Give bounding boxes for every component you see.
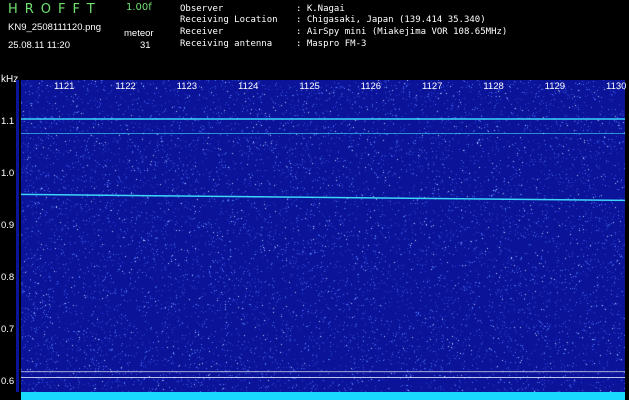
receiver-label: Receiver [180, 27, 224, 37]
receiver-value: : AirSpy mini (Miakejima VOR 108.65MHz) [296, 27, 508, 37]
y-tick-label: 0.6 [1, 375, 15, 387]
x-tick-label: 1126 [360, 81, 382, 92]
location-value: : Chigasaki, Japan (139.414 35.340) [296, 15, 486, 25]
x-tick-label: 1123 [176, 81, 198, 92]
observer-label: Observer [180, 4, 224, 14]
y-tick-label: 0.9 [1, 219, 15, 231]
timestamp: 25.08.11 11:20 [8, 40, 70, 51]
x-tick-label: 1128 [483, 81, 504, 92]
file-name: KN9_2508111120.png [8, 22, 101, 33]
y-tick-label: 1.0 [1, 167, 15, 179]
meteor-count: 31 [140, 40, 151, 51]
x-tick-label: 1121 [54, 81, 75, 92]
antenna-value: : Maspro FM-3 [296, 39, 367, 49]
location-label: Receiving Location [180, 15, 278, 25]
y-tick-label: 1.1 [1, 115, 15, 127]
spectrogram-plot [21, 80, 625, 392]
right-edge [625, 80, 629, 400]
antenna-label: Receiving antenna [180, 39, 273, 49]
spectrogram-overlay [21, 118, 625, 378]
y-tick-label: 0.8 [1, 271, 15, 283]
baseline-strip [21, 392, 625, 400]
carrier-line [21, 193, 625, 202]
x-tick-label: 1122 [115, 81, 136, 92]
x-tick-label: 1127 [422, 81, 443, 92]
y-tick-label: 0.7 [1, 323, 15, 335]
left-axis-bar [16, 80, 19, 392]
x-tick-label: 1125 [299, 81, 320, 92]
x-tick-label: 1124 [238, 81, 259, 92]
observer-value: : K.Nagai [296, 4, 345, 14]
app-title: HROFFT [8, 2, 102, 17]
x-tick-label: 1130 [606, 81, 627, 92]
version-label: 1.00f [126, 2, 152, 13]
x-tick-label: 1129 [544, 81, 566, 92]
meteor-label: meteor [124, 28, 154, 39]
